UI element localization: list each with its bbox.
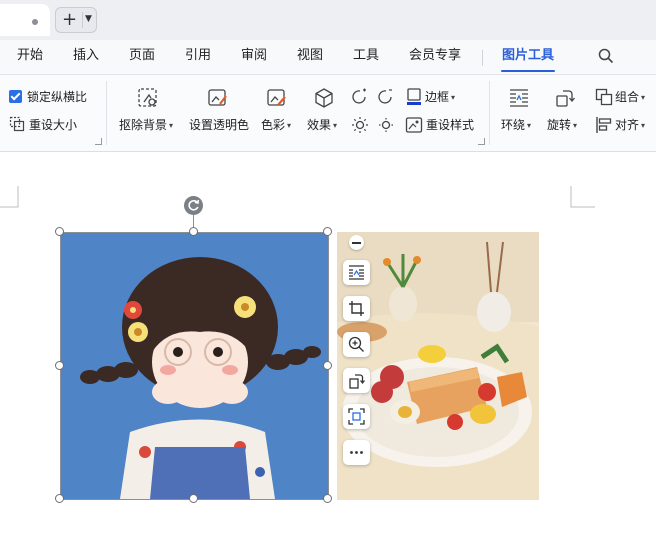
rotate-page-icon xyxy=(349,374,365,389)
collapse-toolbar-button[interactable] xyxy=(349,235,364,250)
chevron-down-icon[interactable]: ▼ xyxy=(85,14,92,24)
resize-handle-top-left[interactable] xyxy=(55,227,64,236)
contrast-icon[interactable] xyxy=(377,116,395,134)
menu-page[interactable]: 页面 xyxy=(129,48,155,64)
menu-bar: 开始 插入 页面 引用 审阅 视图 工具 会员专享 图片工具 xyxy=(0,40,656,75)
plus-icon[interactable]: + xyxy=(62,11,77,29)
remove-background-button[interactable]: 抠除背景 ▾ xyxy=(119,118,173,133)
menu-insert[interactable]: 插入 xyxy=(73,48,99,64)
menu-review[interactable]: 审阅 xyxy=(241,48,267,64)
color-icon[interactable] xyxy=(266,87,288,109)
rotate-icon[interactable] xyxy=(554,87,576,109)
rotate-page-button[interactable] xyxy=(343,368,370,393)
more-options-button[interactable] xyxy=(343,440,370,465)
search-icon[interactable] xyxy=(598,48,614,64)
wrap-text-icon[interactable] xyxy=(508,87,530,109)
new-tab-button[interactable]: + ▼ xyxy=(55,7,97,33)
resize-handle-bottom-right[interactable] xyxy=(323,494,332,503)
effects-icon[interactable] xyxy=(313,87,335,109)
menu-view[interactable]: 视图 xyxy=(297,48,323,64)
layout-options-button[interactable] xyxy=(343,260,370,285)
transparent-color-icon[interactable] xyxy=(207,87,229,109)
document-tab[interactable] xyxy=(0,4,50,36)
zoom-icon xyxy=(348,336,364,352)
ribbon: 锁定纵横比 重设大小 抠除背景 ▾ 设置透明色 色彩 ▾ 效果 ▾ 边框 ▾ 重… xyxy=(0,75,656,152)
page-corner-mark xyxy=(570,186,595,208)
resize-handle-top[interactable] xyxy=(189,227,198,236)
effects-button[interactable]: 效果 ▾ xyxy=(307,118,337,133)
menu-home[interactable]: 开始 xyxy=(17,48,43,64)
girl-illustration-image[interactable] xyxy=(60,232,328,499)
resize-handle-right[interactable] xyxy=(323,361,332,370)
color-button[interactable]: 色彩 ▾ xyxy=(261,118,291,133)
reset-size-button[interactable]: 重设大小 xyxy=(29,118,77,132)
border-icon[interactable] xyxy=(405,88,423,106)
fit-button[interactable] xyxy=(343,404,370,429)
resize-handle-top-right[interactable] xyxy=(323,227,332,236)
crop-button[interactable] xyxy=(343,296,370,321)
unsaved-dot-icon xyxy=(32,19,38,25)
rotate-button[interactable]: 旋转 ▾ xyxy=(547,118,577,133)
lock-aspect-checkbox[interactable] xyxy=(9,90,22,103)
set-transparent-color-button[interactable]: 设置透明色 xyxy=(189,118,249,132)
menu-member[interactable]: 会员专享 xyxy=(409,48,461,64)
border-button[interactable]: 边框 ▾ xyxy=(425,90,455,105)
active-tab-indicator xyxy=(501,70,555,72)
title-bar: + ▼ xyxy=(0,0,656,40)
group-launcher-icon[interactable] xyxy=(478,138,485,145)
resize-handle-bottom-left[interactable] xyxy=(55,494,64,503)
align-button[interactable]: 对齐 ▾ xyxy=(615,118,645,133)
group-button[interactable]: 组合 ▾ xyxy=(615,90,645,105)
resize-handle-bottom[interactable] xyxy=(189,494,198,503)
page-corner-mark xyxy=(0,186,19,208)
layout-icon xyxy=(349,265,364,280)
reset-size-icon[interactable] xyxy=(9,116,25,132)
zoom-button[interactable] xyxy=(343,332,370,357)
crop-icon xyxy=(349,301,364,316)
align-icon[interactable] xyxy=(595,116,613,134)
remove-background-icon[interactable] xyxy=(137,87,159,109)
menu-picture-tools[interactable]: 图片工具 xyxy=(502,48,554,64)
group-launcher-icon[interactable] xyxy=(95,138,102,145)
more-icon xyxy=(350,451,363,454)
group-icon[interactable] xyxy=(595,88,613,106)
contrast-up-icon[interactable] xyxy=(351,116,369,134)
lock-aspect-label[interactable]: 锁定纵横比 xyxy=(27,90,87,104)
resize-handle-left[interactable] xyxy=(55,361,64,370)
brightness-up-icon[interactable] xyxy=(351,88,369,106)
reset-style-icon[interactable] xyxy=(405,116,423,134)
menu-tools[interactable]: 工具 xyxy=(353,48,379,64)
brightness-down-icon[interactable] xyxy=(377,88,395,106)
reset-style-button[interactable]: 重设样式 xyxy=(426,118,474,132)
menu-references[interactable]: 引用 xyxy=(185,48,211,64)
rotate-handle-icon[interactable] xyxy=(184,196,203,215)
wrap-button[interactable]: 环绕 ▾ xyxy=(501,118,531,133)
fit-icon xyxy=(348,408,365,425)
